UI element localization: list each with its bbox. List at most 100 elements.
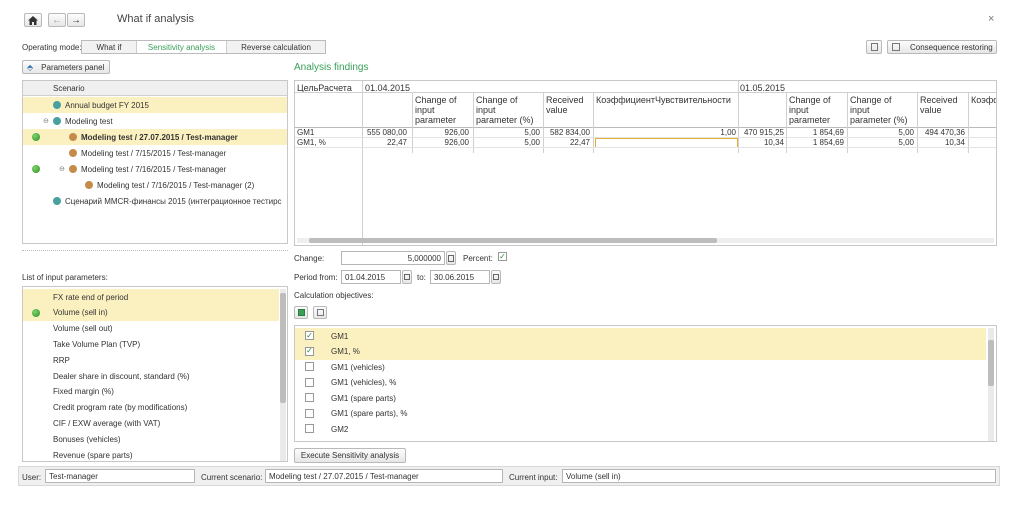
- user-icon: [69, 133, 77, 141]
- objective-checkbox[interactable]: [305, 377, 314, 387]
- objective-item[interactable]: GM1 (spare parts), %: [295, 406, 986, 422]
- input-param-item[interactable]: RRP: [23, 352, 279, 368]
- scenario-panel: Scenario Annual budget FY 2015 ⊖ Modeling …: [22, 80, 288, 244]
- objective-label: GM1 (spare parts): [331, 393, 396, 403]
- change-input[interactable]: 5,000000: [341, 251, 445, 265]
- check-all-button[interactable]: [294, 306, 308, 319]
- back-button[interactable]: ←: [48, 13, 66, 27]
- operating-mode-label: Operating mode:: [22, 43, 82, 52]
- input-param-label: Volume (sell out): [53, 324, 113, 334]
- row-divider: [295, 147, 996, 148]
- input-param-item[interactable]: FX rate end of period: [23, 289, 279, 305]
- percent-checkbox[interactable]: ✓: [498, 252, 507, 261]
- user-label: User:: [22, 473, 42, 482]
- scenario-item[interactable]: Annual budget FY 2015: [23, 97, 287, 113]
- to-label: to:: [417, 273, 426, 282]
- current-scenario-field: Modeling test / 27.07.2015 / Test-manage…: [265, 469, 503, 483]
- objective-item[interactable]: GM1 (vehicles): [295, 359, 986, 375]
- tree-toggle-icon[interactable]: ⊖: [59, 165, 65, 173]
- tab-what-if[interactable]: What if: [82, 41, 137, 53]
- objectives-scrollbar[interactable]: [988, 328, 994, 441]
- status-dot-icon: [32, 308, 40, 317]
- scenario-item[interactable]: ⊖ Modeling test: [23, 113, 287, 129]
- objective-item[interactable]: GM1 (spare parts): [295, 390, 986, 406]
- input-param-label: Credit program rate (by modifications): [53, 403, 188, 413]
- scenario-item-label: Annual budget FY 2015: [65, 100, 149, 110]
- scenario-item[interactable]: Modeling test / 7/16/2015 / Test-manager…: [23, 177, 287, 193]
- uncheck-all-button[interactable]: [313, 306, 327, 319]
- params-scroll-thumb[interactable]: [280, 293, 286, 403]
- objectives-panel: ✓ GM1 ✓ GM1, % GM1 (vehicles) GM1 (vehicles),…: [294, 325, 997, 442]
- findings-row[interactable]: GM1 555 080,00 926,00 5,00 582 834,00 1,00 470…: [295, 128, 996, 138]
- objective-checkbox[interactable]: ✓: [305, 346, 314, 356]
- scenario-item[interactable]: Сценарий MMCR-финансы 2015 (интеграционн…: [23, 193, 287, 209]
- current-input-label: Current input:: [509, 473, 558, 482]
- globe-icon: [53, 101, 61, 109]
- scenario-item[interactable]: ⊖ Modeling test / 7/16/2015 / Test-manage…: [23, 161, 287, 177]
- input-param-item[interactable]: Fixed margin (%): [23, 384, 279, 400]
- input-param-item[interactable]: Take Volume Plan (TVP): [23, 336, 279, 352]
- col-divider: [362, 81, 363, 245]
- objective-item[interactable]: GM1 (vehicles), %: [295, 375, 986, 391]
- input-params-label: List of input parameters:: [22, 273, 108, 282]
- period-to-input[interactable]: 30.06.2015: [430, 270, 490, 284]
- col-received-1: Received value: [546, 95, 584, 115]
- calculator-button[interactable]: [446, 251, 456, 265]
- input-param-label: RRP: [53, 355, 70, 365]
- current-scenario-label: Current scenario:: [201, 473, 263, 482]
- objective-item[interactable]: ✓ GM1: [295, 328, 986, 344]
- tab-sensitivity-analysis[interactable]: Sensitivity analysis: [137, 41, 227, 53]
- panel-separator: [22, 250, 288, 251]
- parameters-panel-button[interactable]: ⬘ Parameters panel: [22, 60, 110, 74]
- objective-item[interactable]: GM2: [295, 421, 986, 437]
- scenario-item-label: Modeling test / 7/16/2015 / Test-manager: [81, 164, 227, 174]
- period-to-calendar-button[interactable]: [491, 270, 501, 284]
- execute-sensitivity-button[interactable]: Execute Sensitivity analysis: [294, 448, 406, 463]
- objective-checkbox[interactable]: ✓: [305, 331, 314, 340]
- user-icon: [85, 181, 93, 189]
- scenario-item[interactable]: Modeling test / 7/15/2015 / Test-manager: [23, 145, 287, 161]
- objective-checkbox[interactable]: [305, 393, 314, 402]
- input-param-item[interactable]: Dealer share in discount, standard (%): [23, 368, 279, 384]
- input-param-item[interactable]: Bonuses (vehicles): [23, 431, 279, 447]
- col-change-pct-2: Change of input parameter (%): [850, 95, 908, 125]
- calculator-icon: [448, 254, 454, 262]
- close-icon[interactable]: ×: [988, 13, 994, 25]
- objective-checkbox[interactable]: [305, 408, 314, 418]
- tree-toggle-icon[interactable]: ⊖: [43, 117, 49, 125]
- scenario-item-label: Modeling test: [65, 116, 113, 126]
- forward-button[interactable]: →: [67, 13, 85, 27]
- input-param-item[interactable]: Volume (sell out): [23, 321, 279, 337]
- objectives-scroll-thumb[interactable]: [988, 340, 994, 386]
- header-divider: [295, 92, 996, 93]
- col-change-pct-1: Change of input parameter (%): [476, 95, 534, 125]
- current-input-field: Volume (sell in): [562, 469, 996, 483]
- input-param-item[interactable]: CIF / EXW average (with VAT): [23, 415, 279, 431]
- globe-icon: [53, 117, 61, 125]
- check-all-icon: [297, 309, 305, 316]
- objective-checkbox[interactable]: [305, 424, 314, 433]
- input-param-item[interactable]: Volume (sell in): [23, 304, 279, 321]
- input-param-item[interactable]: Credit program rate (by modifications): [23, 400, 279, 416]
- params-scrollbar[interactable]: [280, 289, 286, 461]
- arrow-right-icon: →: [71, 14, 81, 26]
- input-params-panel: FX rate end of period Volume (sell in) Vol…: [22, 286, 288, 462]
- scenario-item[interactable]: Modeling test / 27.07.2015 / Test-manage…: [23, 129, 287, 145]
- home-icon: [28, 15, 38, 25]
- period-from-calendar-button[interactable]: [402, 270, 412, 284]
- scenario-header: Scenario: [23, 81, 287, 96]
- print-button[interactable]: [866, 40, 882, 54]
- objective-checkbox[interactable]: [305, 362, 314, 371]
- user-icon: [69, 149, 77, 157]
- home-button[interactable]: [24, 13, 42, 27]
- consequence-restoring-button[interactable]: Consequence restoring: [887, 40, 997, 54]
- findings-row[interactable]: GM1, % 22,47 926,00 5,00 22,47 10,34 1 854,69 5…: [295, 138, 996, 148]
- document-icon: [870, 43, 878, 51]
- tab-reverse-calculation[interactable]: Reverse calculation: [227, 41, 325, 53]
- findings-hscroll[interactable]: [297, 238, 994, 243]
- objective-item[interactable]: ✓ GM1, %: [295, 343, 986, 360]
- col-received-2: Received value: [920, 95, 958, 115]
- input-param-item[interactable]: Revenue (spare parts): [23, 447, 279, 461]
- findings-hscroll-thumb[interactable]: [309, 238, 717, 243]
- period-from-input[interactable]: 01.04.2015: [341, 270, 401, 284]
